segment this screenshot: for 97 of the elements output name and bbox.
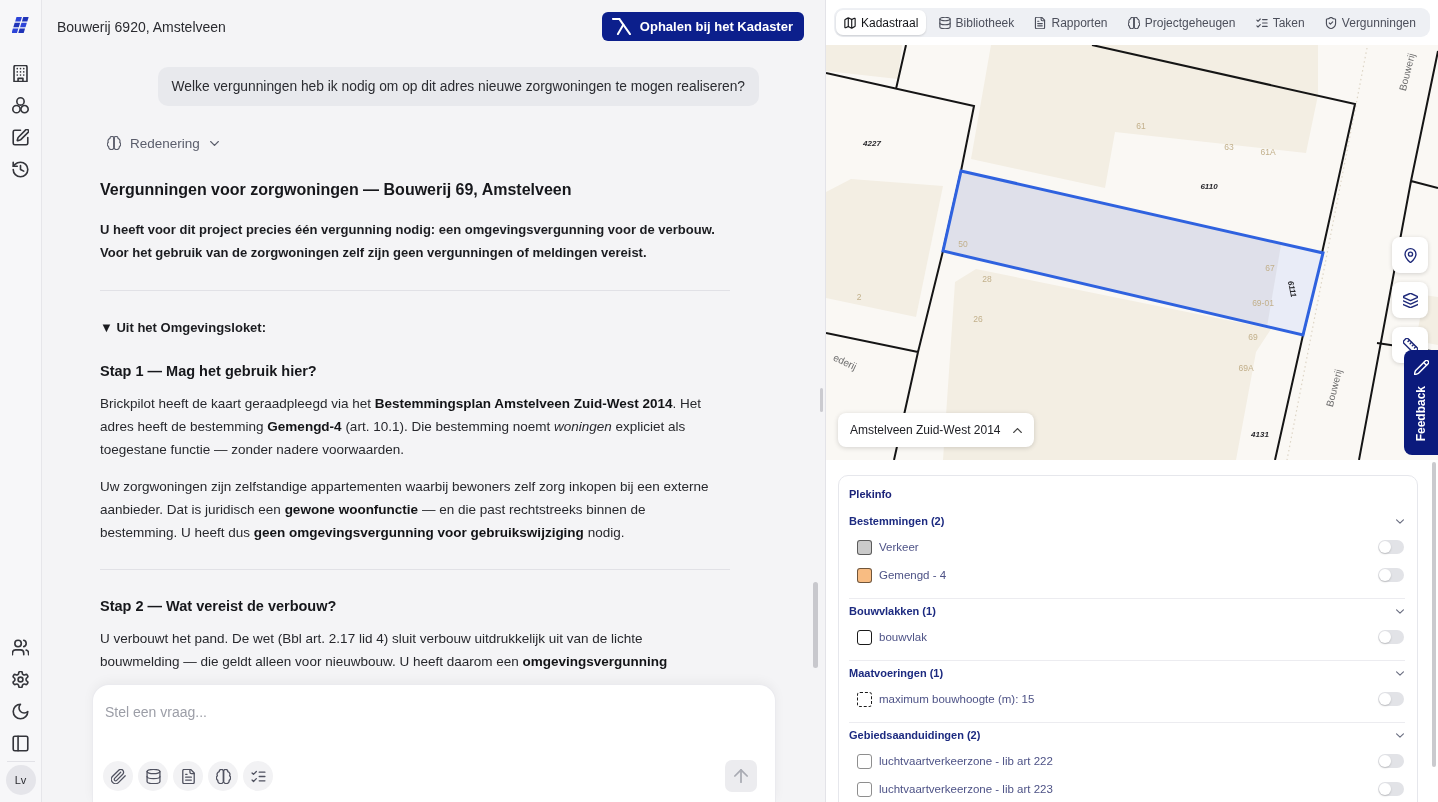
attach-button[interactable]	[103, 761, 133, 791]
checklist-icon	[250, 768, 266, 784]
chevron-down-icon[interactable]	[1396, 518, 1404, 524]
document-icon	[1034, 16, 1047, 29]
section-title: Bouwvlakken (1)	[849, 605, 936, 617]
answer-title: Vergunningen voor zorgwoningen — Bouwerij 69, Amstelveen	[100, 180, 573, 200]
paperclip-icon	[110, 768, 126, 784]
tasks-button[interactable]	[243, 761, 273, 791]
step-heading: Stap 2 — Wat vereist de verbouw?	[100, 597, 338, 616]
reasoning-toggle[interactable]: Redenering	[107, 131, 219, 155]
chevron-down-icon[interactable]	[1396, 670, 1404, 676]
parcel-number: 6111	[1285, 279, 1299, 299]
house-number: 69-01	[1252, 298, 1274, 308]
step-heading: Stap 1 — Mag het gebruik hier?	[100, 362, 318, 381]
layers-icon	[1402, 292, 1418, 308]
document-button[interactable]	[173, 761, 203, 791]
house-number: 69A	[1238, 363, 1254, 373]
answer-paragraph: Brickpilot heeft de kaart geraadpleegd via het Bestemmingsplan Amstelveen Zuid-West 2014. Het adres heeft de bestemming Gemengd-4 (art. 10.1). Die bestemming noemt woningen expliciet als toegestane functie — zonder nadere voorwaarden.	[100, 395, 703, 459]
house-number: 61	[1136, 121, 1146, 131]
panel-tab[interactable]: Bibliotheek	[930, 10, 1023, 35]
chevron-down-icon	[209, 140, 219, 146]
parcel-number: 4227	[863, 138, 881, 148]
layer-label: maximum bouwhoogte (m): 15	[879, 693, 1035, 705]
toggle-switch[interactable]	[1378, 540, 1404, 554]
house-number: 26	[973, 314, 983, 324]
brain-icon	[1127, 16, 1140, 29]
circles-icon[interactable]	[12, 97, 29, 114]
layer-label: luchtvaartverkeerzone - lib art 222	[879, 755, 1053, 767]
layers-button[interactable]	[1392, 282, 1428, 318]
layer-label: Gemengd - 4	[879, 569, 947, 581]
section-title: Bestemmingen (2)	[849, 515, 945, 527]
message-input[interactable]: Stel een vraag...	[105, 697, 745, 727]
database-icon	[938, 16, 951, 29]
section-title: Gebiedsaanduidingen (2)	[849, 729, 981, 741]
user-message: Welke vergunningen heb ik nodig om op dit adres nieuwe zorgwoningen te mogen realiseren?	[157, 67, 759, 106]
section-title: Maatvoeringen (1)	[849, 667, 944, 679]
history-icon[interactable]	[12, 161, 29, 178]
house-number: 28	[982, 274, 992, 284]
memory-button[interactable]	[208, 761, 238, 791]
toggle-switch[interactable]	[1378, 568, 1404, 582]
shield-check-icon	[1324, 16, 1337, 29]
toggle-switch[interactable]	[1378, 630, 1404, 644]
brain-icon	[215, 768, 231, 784]
logo-icon[interactable]	[11, 16, 30, 34]
house-number: 61A	[1260, 147, 1276, 157]
layer-label: Verkeer	[879, 541, 919, 553]
house-number: 67	[1265, 263, 1275, 273]
settings-icon[interactable]	[12, 671, 29, 688]
street-name: ederij	[831, 351, 859, 373]
building-icon[interactable]	[12, 65, 29, 82]
toggle-switch[interactable]	[1378, 692, 1404, 706]
feedback-button[interactable]: Feedback	[1404, 350, 1438, 455]
house-number: 69	[1248, 332, 1258, 342]
panel-tab[interactable]: Kadastraal	[836, 10, 927, 35]
scrollbar-thumb[interactable]	[1432, 462, 1436, 767]
answer-summary: U heeft voor dit project precies één vergunning nodig: een omgevingsvergunning voor de verbouw. Voor het gebruik van de zorgwoningen zelf zijn geen vergunningen of meldingen vereist.	[100, 221, 716, 262]
project-title: Bouwerij 6920, Amstelveen	[57, 18, 226, 35]
pencil-icon	[1413, 360, 1429, 375]
panel-tab[interactable]: Rapporten	[1026, 10, 1116, 35]
card-title: Plekinfo	[849, 487, 893, 502]
house-number: 63	[1224, 142, 1234, 152]
locate-button[interactable]	[1392, 237, 1428, 273]
map-pin-icon	[1402, 247, 1418, 263]
angle-icon	[611, 18, 631, 35]
panel-tab[interactable]: Taken	[1247, 10, 1313, 35]
parcel-number: 6110	[1200, 181, 1218, 191]
ruler-icon	[1402, 337, 1418, 353]
edit-icon[interactable]	[12, 129, 29, 146]
resize-handle[interactable]	[820, 388, 823, 412]
plan-selector[interactable]: Amstelveen Zuid-West 2014	[838, 413, 1034, 447]
scrollbar-thumb[interactable]	[813, 582, 818, 668]
checklist-icon	[1255, 16, 1268, 29]
toggle-switch[interactable]	[1378, 782, 1404, 796]
answer-paragraph: Uw zorgwoningen zijn zelfstandige appartementen waarbij bewoners zelf zorg inkopen bij een externe aanbieder. Dat is juridisch een gewone woonfunctie — en die past rechtstreeks binnen de bestemming. U heeft dus geen omgevingsvergunning voor gebruikswijziging nodig.	[100, 478, 710, 542]
chevron-up-icon	[1012, 427, 1022, 433]
layer-label: bouwvlak	[879, 631, 927, 643]
database-icon	[145, 768, 161, 784]
layer-label: luchtvaartverkeerzone - lib art 223	[879, 783, 1053, 795]
document-icon	[180, 768, 196, 784]
database-button[interactable]	[138, 761, 168, 791]
house-number: 2	[856, 292, 862, 302]
chevron-down-icon[interactable]	[1396, 608, 1404, 614]
map-icon	[844, 16, 856, 29]
brain-icon	[107, 136, 121, 150]
house-number: 50	[958, 239, 968, 249]
users-icon[interactable]	[12, 639, 29, 656]
panel-tab[interactable]: Vergunningen	[1316, 10, 1424, 35]
answer-paragraph: U verbouwt het pand. De wet (Bbl art. 2.17 lid 4) sluit verbouw uitdrukkelijk uit van de lichte bouwmelding — die geldt alleen voor nieuwbouw. U heeft daarom een omgevingsvergunning	[100, 630, 669, 671]
source-summary[interactable]: ▼ Uit het Omgevingsloket:	[100, 319, 730, 337]
user-avatar[interactable]: Lv	[5, 765, 36, 795]
chevron-down-icon[interactable]	[1396, 732, 1404, 738]
fetch-kadaster-button[interactable]: Ophalen bij het Kadaster	[601, 12, 804, 41]
parcel-number: 4131	[1251, 429, 1269, 439]
panel-tab[interactable]: Projectgeheugen	[1119, 10, 1244, 35]
toggle-switch[interactable]	[1378, 754, 1404, 768]
sidebar-icon[interactable]	[12, 735, 29, 752]
moon-icon[interactable]	[12, 703, 29, 720]
